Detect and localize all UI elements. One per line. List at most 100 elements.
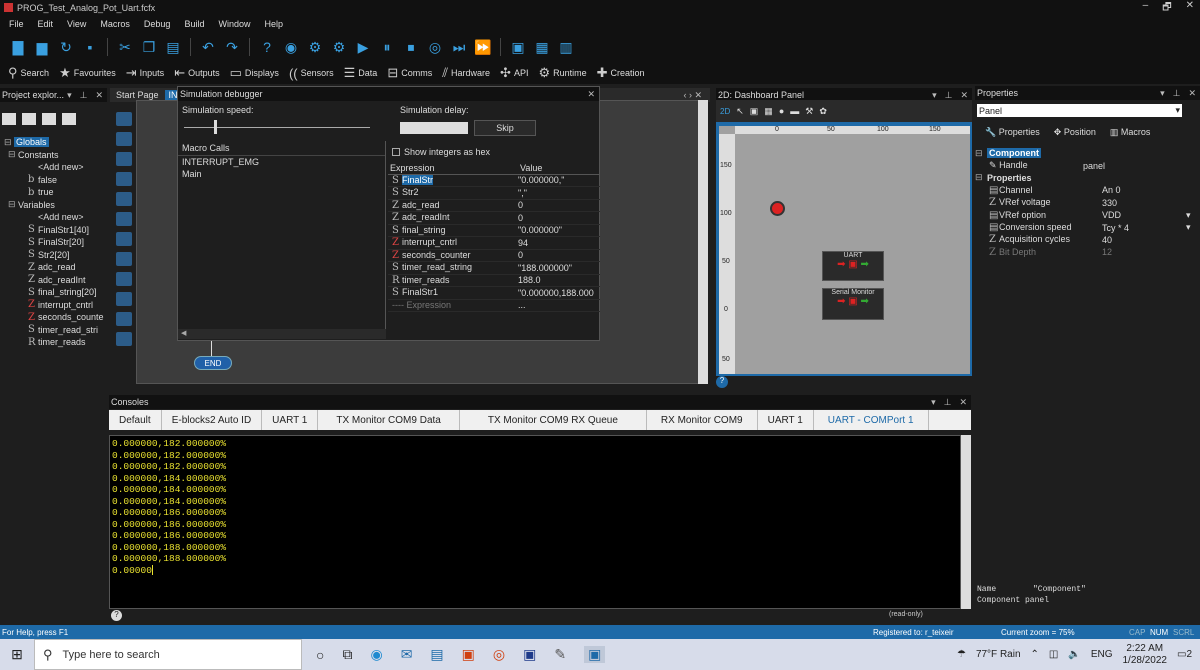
paste-icon[interactable]: ▤ [163, 37, 183, 57]
tree-item[interactable]: Zinterrupt_cntrl [0, 299, 107, 312]
switch-icon[interactable] [116, 192, 132, 206]
dropdown-icon[interactable]: ▾ [932, 90, 937, 101]
store-icon[interactable]: ▤ [430, 646, 443, 663]
dashboard-canvas[interactable]: 0 50 100 150 150 100 50 0 50 UART ➡ ▣ ➡ … [719, 126, 970, 374]
stop-icon[interactable]: ⏹ [401, 37, 421, 57]
dropdown-icon[interactable]: ▾ [931, 397, 936, 408]
potentiometer-knob[interactable] [770, 201, 785, 216]
tab-rx-monitor[interactable]: RX Monitor COM9 [647, 410, 758, 430]
tree-item[interactable]: S FinalStr[20] [0, 236, 107, 249]
watch-row[interactable]: Zadc_read 0 [388, 200, 600, 212]
copy-icon[interactable]: ❐ [139, 37, 159, 57]
close-icon[interactable]: ✕ [1188, 88, 1196, 99]
app-icon[interactable]: ▣ [584, 646, 606, 663]
weather-text[interactable]: 77°F Rain [976, 649, 1021, 660]
view-icon[interactable]: ◉ [281, 37, 301, 57]
canvas-scrollbar[interactable] [698, 100, 708, 384]
menu-file[interactable]: File [9, 19, 24, 29]
inputs-command[interactable]: ⇥ Inputs [126, 65, 164, 81]
pause-icon[interactable]: ⏸ [377, 37, 397, 57]
tree-item[interactable]: <Add new> [0, 211, 107, 224]
settings-icon[interactable]: ⚙ [329, 37, 349, 57]
chevron-down-icon[interactable]: ▾ [1175, 105, 1182, 116]
chevron-down-icon[interactable]: ▾ [1186, 210, 1191, 221]
open-folder-icon[interactable]: ▆ [32, 37, 52, 57]
serial-monitor-component[interactable]: Serial Monitor ➡ ▣ ➡ [822, 288, 884, 320]
notification-icon[interactable]: ▭2 [1177, 649, 1192, 660]
property-row[interactable]: Z Bit Depth 12 [975, 246, 1200, 258]
pin-icon[interactable]: ⊥ [944, 397, 952, 408]
clock[interactable]: 2:22 AM 1/28/2022 [1122, 643, 1167, 667]
new-file-icon[interactable]: ▇ [8, 37, 28, 57]
interrupt-icon[interactable] [116, 252, 132, 266]
dropdown-icon[interactable]: ▾ [67, 90, 72, 101]
macro-icon[interactable] [116, 292, 132, 306]
checkbox-icon[interactable] [392, 148, 400, 156]
taskbar-search[interactable]: ⚲ Type here to search [34, 639, 302, 670]
sphere-icon[interactable]: ● [779, 106, 784, 116]
watch-row[interactable]: S Str2 "," [388, 187, 600, 200]
tree-item[interactable]: S FinalStr1[40] [0, 224, 107, 237]
calc-view-icon[interactable] [22, 113, 36, 125]
favourites-command[interactable]: ★ Favourites [59, 65, 116, 81]
tab-properties[interactable]: 🔧 Properties [985, 127, 1040, 138]
property-row[interactable]: ▤Channel An 0 [975, 184, 1200, 196]
pin-icon[interactable]: ⊥ [80, 90, 88, 101]
menu-macros[interactable]: Macros [100, 19, 130, 29]
property-row[interactable]: Z VRef voltage 330 [975, 197, 1200, 209]
compile-icon[interactable]: ⚙ [305, 37, 325, 57]
tree-item[interactable]: ⊟ Globals [0, 136, 107, 149]
tree-item[interactable]: Zseconds_counte [0, 311, 107, 324]
tree-item[interactable]: S Str2[20] [0, 249, 107, 262]
menu-window[interactable]: Window [218, 19, 250, 29]
dropdown-icon[interactable]: ▾ [1160, 88, 1165, 99]
tab-uart1[interactable]: UART 1 [262, 410, 319, 430]
watch-row[interactable]: Zseconds_counter 0 [388, 250, 600, 262]
board-icon[interactable]: ▥ [556, 37, 576, 57]
pointer-icon[interactable]: ↖ [736, 106, 744, 117]
uart-component[interactable]: UART ➡ ▣ ➡ [822, 251, 884, 281]
watch-new-row[interactable]: ---- Expression... [388, 300, 600, 312]
tree-item[interactable]: <Add new> [0, 161, 107, 174]
call-icon[interactable] [116, 232, 132, 246]
watch-row[interactable]: S FinalStr "0.000000," [388, 174, 600, 187]
help-icon[interactable]: ? [257, 37, 277, 57]
decision-icon[interactable] [116, 172, 132, 186]
help-icon[interactable]: ? [716, 376, 728, 388]
chevron-down-icon[interactable]: ▾ [1186, 222, 1191, 233]
end-terminator[interactable]: END [194, 356, 232, 370]
property-row[interactable]: ✎ Handle panel [975, 159, 1200, 171]
volume-icon[interactable]: 🔈 [1068, 649, 1080, 660]
tree-item[interactable]: b true [0, 186, 107, 199]
property-row[interactable]: Z Acquisition cycles 40 [975, 234, 1200, 246]
close-icon[interactable]: ✕ [95, 90, 103, 101]
watch-row[interactable]: Zinterrupt_cntrl 94 [388, 237, 600, 250]
cortana-icon[interactable]: ○ [316, 647, 324, 663]
fast-forward-icon[interactable]: ⏩ [473, 37, 493, 57]
tree-item[interactable]: Stimer_read_stri [0, 324, 107, 337]
tree-item[interactable]: Sfinal_string[20] [0, 286, 107, 299]
property-section[interactable]: ⊟ Component [975, 147, 1200, 159]
comms-command[interactable]: ⊟ Comms [387, 65, 432, 81]
skip-button[interactable]: Skip [474, 120, 536, 136]
chip-icon[interactable]: ▣ [508, 37, 528, 57]
close-icon[interactable]: ✕ [959, 397, 967, 408]
2d-icon[interactable]: 2D [720, 107, 730, 116]
search-command[interactable]: ⚲ Search [8, 65, 49, 81]
comment-icon[interactable] [116, 312, 132, 326]
macro-call-item[interactable]: Main [178, 168, 385, 180]
chrome-icon[interactable]: ◎ [493, 646, 505, 663]
output-icon[interactable] [116, 132, 132, 146]
pin-icon[interactable]: ⊥ [1173, 88, 1181, 99]
tools-icon[interactable]: ⚒ [805, 106, 813, 117]
cut-icon[interactable]: ✂ [115, 37, 135, 57]
property-row[interactable]: ▤VRef option VDD ▾ [975, 209, 1200, 221]
globals-view-icon[interactable] [2, 113, 16, 125]
delay-icon[interactable] [116, 152, 132, 166]
help-icon[interactable]: ? [111, 610, 122, 621]
menu-debug[interactable]: Debug [144, 19, 171, 29]
grid-icon[interactable]: ▦ [764, 106, 773, 117]
loop-icon[interactable] [116, 272, 132, 286]
menu-help[interactable]: Help [264, 19, 283, 29]
tab-macros[interactable]: ▥ Macros [1110, 127, 1151, 138]
